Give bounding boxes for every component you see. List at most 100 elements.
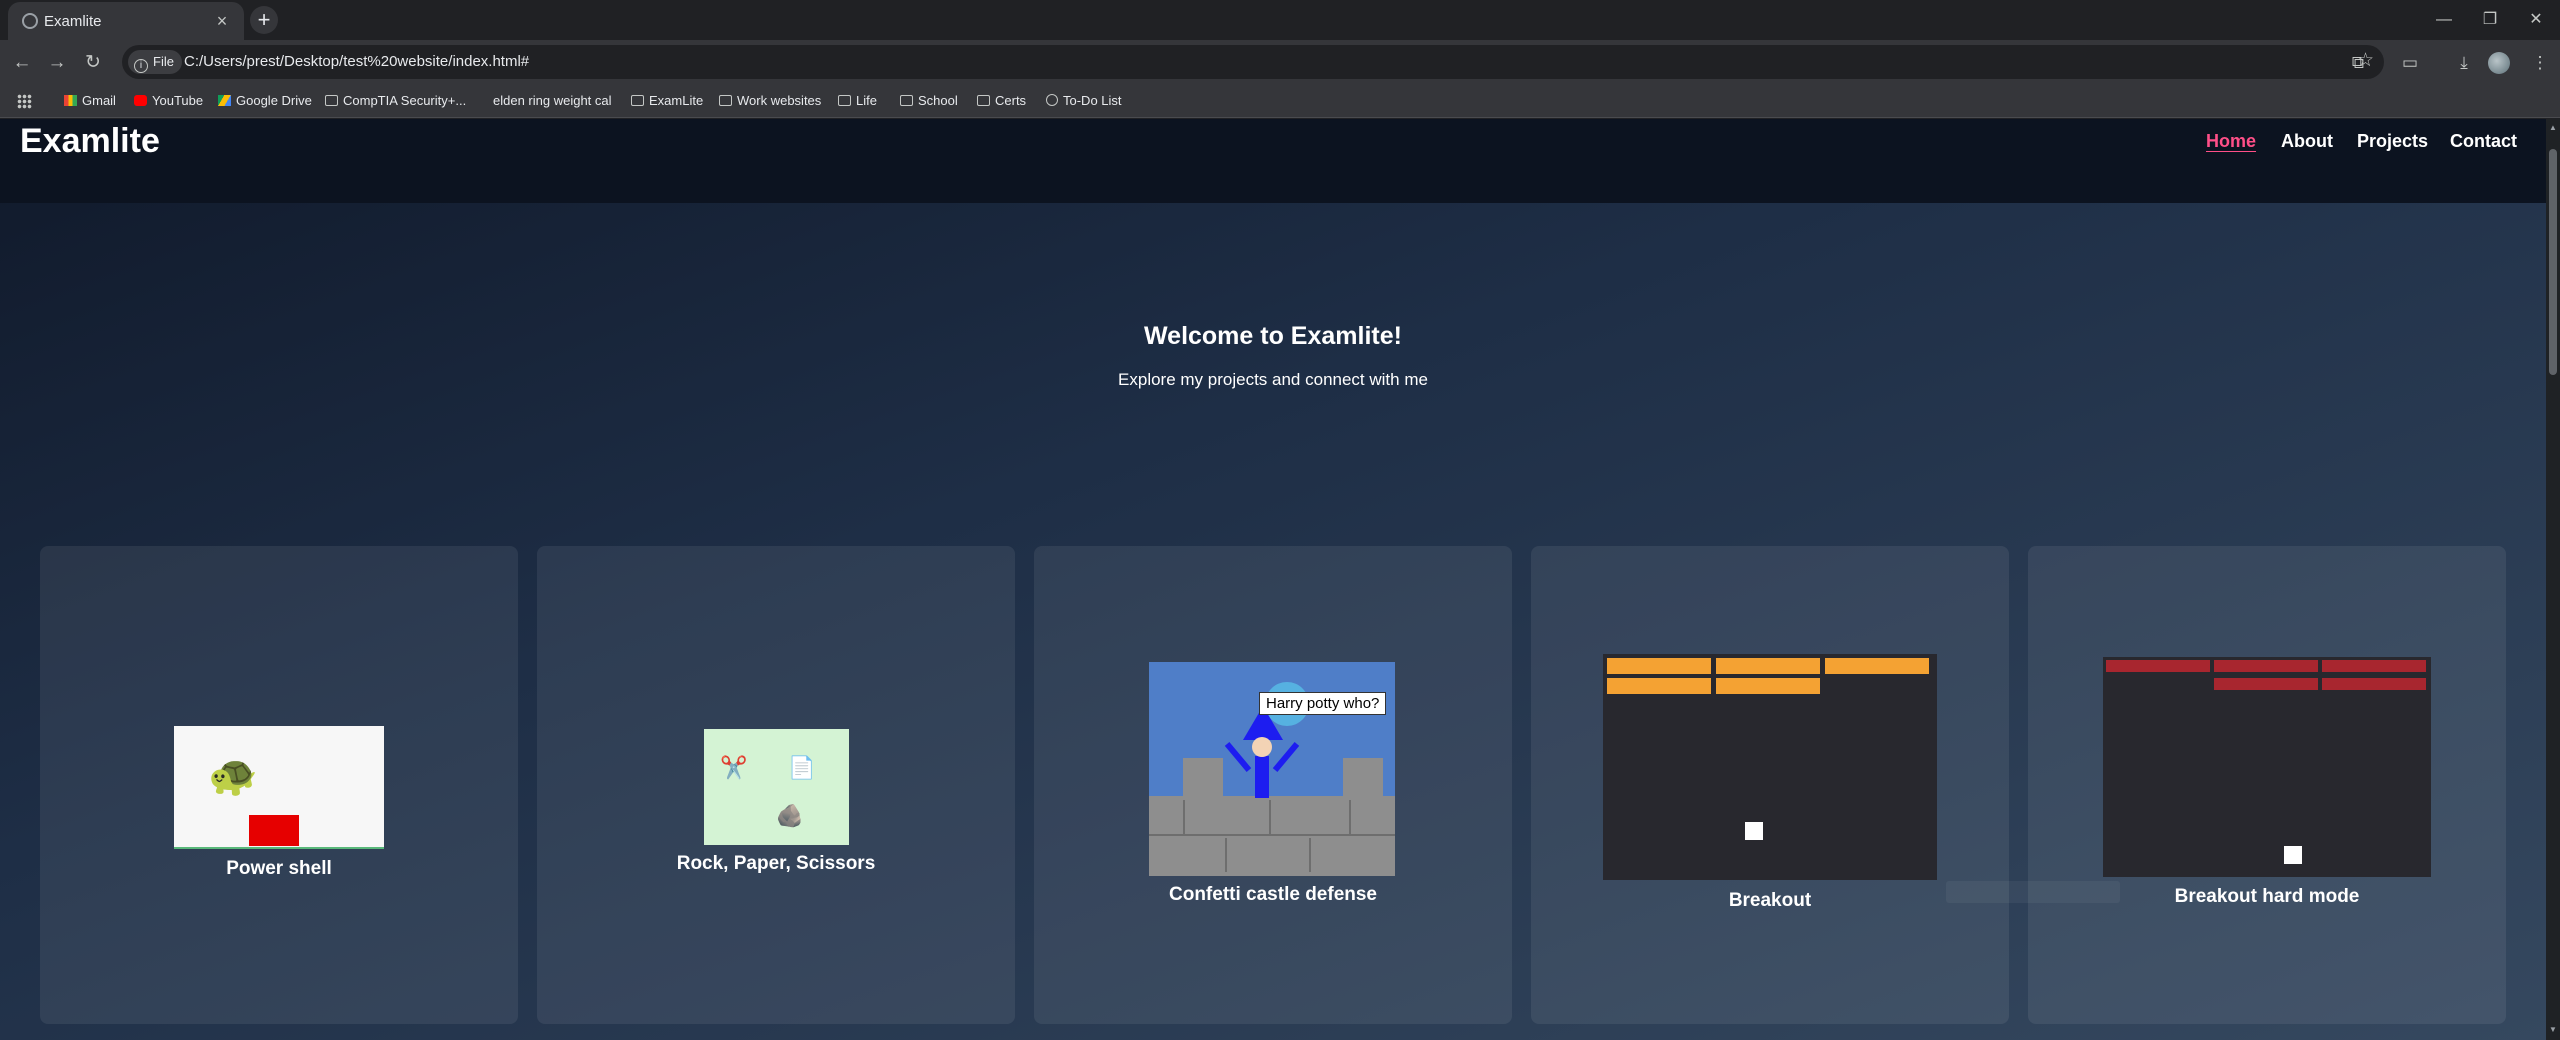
site-logo[interactable]: Examlite: [20, 122, 160, 161]
project-title: Power shell: [226, 858, 332, 879]
address-bar[interactable]: i File C:/Users/prest/Desktop/test%20webs…: [122, 45, 2384, 79]
bookmark-todo[interactable]: To-Do List: [1046, 93, 1122, 108]
nav-projects[interactable]: Projects: [2357, 131, 2428, 152]
back-button[interactable]: ←: [8, 49, 36, 77]
bookmark-label: CompTIA Security+...: [343, 93, 467, 108]
bookmark-label: YouTube: [152, 93, 204, 108]
scroll-down-icon[interactable]: ▼: [2549, 1025, 2557, 1035]
menu-icon[interactable]: ⋮: [2526, 49, 2554, 77]
bookmark-folder-certs[interactable]: Certs: [977, 93, 1026, 108]
youtube-icon: [134, 95, 147, 106]
page-scrollbar[interactable]: ▲ ▼: [2546, 119, 2560, 1040]
scroll-up-icon[interactable]: ▲: [2549, 123, 2557, 133]
scheme-label: File: [153, 54, 174, 69]
minimize-button[interactable]: —: [2424, 6, 2464, 34]
brick: [1825, 658, 1929, 674]
bookmark-label: School: [918, 93, 958, 108]
forward-button[interactable]: →: [43, 49, 71, 77]
project-card-castle[interactable]: Harry potty who? Confetti castle defense: [1034, 546, 1512, 1024]
bookmark-label: To-Do List: [1063, 93, 1122, 108]
apps-grid-icon[interactable]: [17, 94, 32, 109]
drive-icon: [218, 95, 231, 106]
bookmark-folder-work[interactable]: Work websites: [719, 93, 821, 108]
folder-icon: [719, 95, 732, 106]
cast-icon[interactable]: ▭: [2396, 49, 2424, 77]
tab-title: Examlite: [44, 13, 102, 30]
brick: [1716, 658, 1820, 674]
nav-about[interactable]: About: [2281, 131, 2333, 152]
bookmark-youtube[interactable]: YouTube: [134, 93, 203, 108]
restore-button[interactable]: ❐: [2470, 6, 2510, 34]
extensions-icon[interactable]: ⧉: [2344, 49, 2372, 77]
wall-joint: [1183, 800, 1185, 834]
bookmark-label: Certs: [995, 93, 1027, 108]
folder-icon: [900, 95, 913, 106]
wall-joint: [1309, 838, 1311, 872]
browser-tab[interactable]: Examlite ×: [8, 2, 244, 40]
bookmark-google-drive[interactable]: Google Drive: [218, 93, 312, 108]
project-card-power-shell[interactable]: 🐢 Power shell: [40, 546, 518, 1024]
folder-icon: [977, 95, 990, 106]
project-title: Rock, Paper, Scissors: [676, 853, 876, 874]
bookmark-comptia[interactable]: CompTIA Security+...: [325, 93, 466, 108]
download-icon[interactable]: ⤓: [2450, 49, 2478, 77]
nav-home[interactable]: Home: [2206, 131, 2256, 152]
new-tab-button[interactable]: +: [250, 6, 278, 34]
brick: [1607, 678, 1711, 694]
page-icon: [482, 95, 488, 106]
folder-icon: [631, 95, 644, 106]
breakout-hard-thumbnail[interactable]: [2103, 657, 2431, 877]
breakout-thumbnail[interactable]: [1603, 654, 1937, 880]
globe-icon: [22, 13, 38, 29]
ball: [2284, 846, 2302, 864]
bookmark-label: Life: [856, 93, 877, 108]
red-block: [249, 815, 299, 846]
brick: [2322, 660, 2426, 672]
brick: [1607, 658, 1711, 674]
hero-title: Welcome to Examlite!: [1144, 322, 1402, 350]
brick: [2214, 678, 2318, 690]
project-card-breakout-hard[interactable]: Breakout hard mode: [2028, 546, 2506, 1024]
bookmark-folder-school[interactable]: School: [900, 93, 958, 108]
ghost-overlay: [1946, 881, 2120, 903]
scissors-icon: ✂️: [720, 755, 748, 780]
project-card-breakout[interactable]: Breakout: [1531, 546, 2009, 1024]
reload-button[interactable]: ↻: [79, 49, 107, 77]
bookmark-folder-life[interactable]: Life: [838, 93, 877, 108]
wizard-arm: [1224, 742, 1252, 772]
wall-line: [1149, 834, 1395, 836]
bookmark-label: Google Drive: [236, 93, 312, 108]
bookmarks-bar: Gmail YouTube Google Drive CompTIA Secur…: [0, 86, 2560, 118]
power-shell-thumbnail[interactable]: 🐢: [174, 726, 384, 849]
wall-joint: [1269, 800, 1271, 834]
globe-icon: [1046, 94, 1058, 106]
project-card-rps[interactable]: ✂️ 📄 🪨 Rock, Paper, Scissors: [537, 546, 1015, 1024]
scrollbar-thumb[interactable]: [2549, 149, 2557, 375]
gmail-icon: [64, 95, 77, 106]
profile-avatar[interactable]: [2488, 52, 2510, 74]
folder-icon: [838, 95, 851, 106]
page-viewport: Examlite Home About Projects Contact Wel…: [0, 119, 2546, 1040]
url-text[interactable]: C:/Users/prest/Desktop/test%20website/in…: [184, 53, 529, 70]
brick: [2322, 678, 2426, 690]
castle-merlon: [1183, 758, 1223, 798]
rps-thumbnail[interactable]: ✂️ 📄 🪨: [704, 729, 849, 845]
info-icon: i: [134, 59, 148, 73]
site-header: Examlite Home About Projects Contact: [0, 119, 2546, 203]
castle-thumbnail[interactable]: Harry potty who?: [1149, 662, 1395, 876]
site-info-chip[interactable]: i File: [128, 50, 182, 74]
close-window-button[interactable]: ✕: [2516, 6, 2556, 34]
ball: [1745, 822, 1763, 840]
nav-contact[interactable]: Contact: [2450, 131, 2517, 152]
bookmark-gmail[interactable]: Gmail: [64, 93, 116, 108]
close-tab-icon[interactable]: ×: [210, 9, 234, 33]
bookmark-elden-ring[interactable]: elden ring weight cal: [482, 93, 612, 108]
tab-strip: Examlite × + — ❐ ✕: [0, 0, 2560, 40]
castle-merlon: [1343, 758, 1383, 798]
turtle-icon: 🐢: [208, 754, 258, 798]
wizard-body: [1255, 756, 1269, 798]
paper-icon: 📄: [788, 755, 816, 780]
bookmark-label: elden ring weight cal: [493, 93, 612, 108]
wizard-arm: [1272, 742, 1300, 772]
bookmark-folder-examlite[interactable]: ExamLite: [631, 93, 703, 108]
